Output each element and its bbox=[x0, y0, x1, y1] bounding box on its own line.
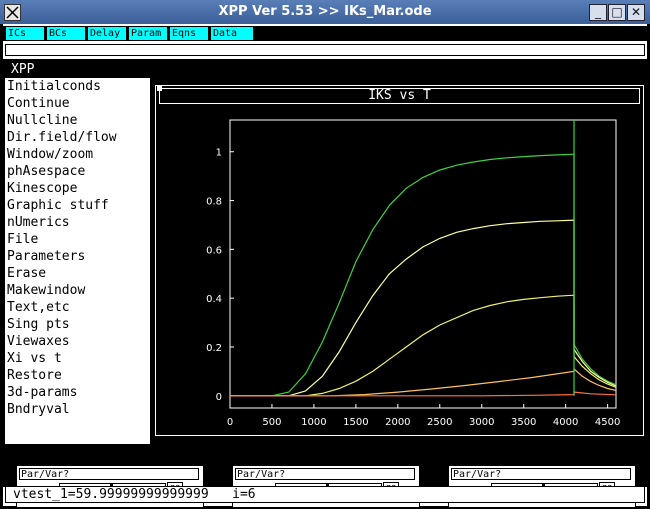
y-tick-label: 1 bbox=[216, 148, 222, 159]
menu-item-graphic-stuff[interactable]: Graphic stuff bbox=[5, 197, 150, 214]
series-line-2 bbox=[230, 219, 617, 397]
menu-item-viewaxes[interactable]: Viewaxes bbox=[5, 333, 150, 350]
x-tick-label: 3500 bbox=[511, 417, 536, 428]
menu-item-parameters[interactable]: Parameters bbox=[5, 248, 150, 265]
menu-item-text-etc[interactable]: Text,etc bbox=[5, 299, 150, 316]
series-line-1 bbox=[230, 153, 617, 397]
status-bar: vtest_1=59.99999999999999 i=6 bbox=[5, 486, 645, 503]
delay-button[interactable]: Delay bbox=[88, 27, 126, 40]
menu-item-file[interactable]: File bbox=[5, 231, 150, 248]
series-line-3 bbox=[230, 294, 617, 397]
y-tick-label: 0.2 bbox=[206, 343, 222, 354]
menu-item-dir-field-flow[interactable]: Dir.field/flow bbox=[5, 129, 150, 146]
param-button[interactable]: Param bbox=[129, 27, 167, 40]
title-bar[interactable]: XPP Ver 5.53 >> IKs_Mar.ode _ □ ✕ bbox=[0, 0, 650, 24]
plot-canvas[interactable]: 0 500 1000 1500 2000 2500 3000 3500 4000 4500 0 0.2… bbox=[156, 86, 643, 435]
menu-item-numerics[interactable]: nUmerics bbox=[5, 214, 150, 231]
y-tick-label: 0 bbox=[216, 392, 222, 403]
window-title: XPP Ver 5.53 >> IKs_Mar.ode bbox=[218, 4, 432, 19]
menu-item-initialconds[interactable]: Initialconds bbox=[5, 78, 150, 95]
bcs-button[interactable]: BCs bbox=[47, 27, 85, 40]
slider-panel: Par/Var? go Par/Var? go Par/Var? go bbox=[3, 449, 647, 508]
xpp-main-window: ICs BCs Delay Param Eqns Data XPP Initia… bbox=[3, 24, 647, 508]
menu-item-window-zoom[interactable]: Window/zoom bbox=[5, 146, 150, 163]
slider-param-field[interactable]: Par/Var? bbox=[19, 468, 199, 480]
main-menu: XPP Initialconds Continue Nullcline Dir.fie… bbox=[5, 61, 150, 444]
y-tick-label: 0.4 bbox=[206, 294, 222, 305]
menu-item-phasespace[interactable]: phAsespace bbox=[5, 163, 150, 180]
data-button[interactable]: Data bbox=[211, 27, 253, 40]
slider-param-field[interactable]: Par/Var? bbox=[451, 468, 631, 480]
close-icon[interactable]: ✕ bbox=[627, 4, 645, 21]
main-area: XPP Initialconds Continue Nullcline Dir.fie… bbox=[3, 59, 647, 449]
toolbar: ICs BCs Delay Param Eqns Data bbox=[3, 26, 647, 41]
menu-item-nullcline[interactable]: Nullcline bbox=[5, 112, 150, 129]
menu-item-erase[interactable]: Erase bbox=[5, 265, 150, 282]
y-tick-label: 0.8 bbox=[206, 197, 222, 208]
x-tick-label: 2500 bbox=[427, 417, 452, 428]
command-line-input[interactable] bbox=[5, 44, 645, 56]
x-tick-label: 4500 bbox=[595, 417, 620, 428]
menu-item-makewindow[interactable]: Makewindow bbox=[5, 282, 150, 299]
maximize-icon[interactable]: □ bbox=[608, 4, 626, 21]
slider-param-field[interactable]: Par/Var? bbox=[235, 468, 415, 480]
x-tick-label: 1000 bbox=[301, 417, 326, 428]
menu-item-xi-vs-t[interactable]: Xi vs t bbox=[5, 350, 150, 367]
plot-frame bbox=[229, 119, 617, 409]
minimize-icon[interactable]: _ bbox=[589, 4, 607, 21]
x-tick-label: 3000 bbox=[469, 417, 494, 428]
x-tick-label: 4000 bbox=[553, 417, 578, 428]
menu-item-bndryval[interactable]: Bndryval bbox=[5, 401, 150, 418]
y-tick-label: 0.6 bbox=[206, 245, 222, 256]
menu-item-restore[interactable]: Restore bbox=[5, 367, 150, 384]
menu-item-kinescope[interactable]: Kinescope bbox=[5, 180, 150, 197]
menu-item-continue[interactable]: Continue bbox=[5, 95, 150, 112]
x-tick-label: 2000 bbox=[385, 417, 410, 428]
x-tick-label: 1500 bbox=[343, 417, 368, 428]
menu-title: XPP bbox=[5, 61, 150, 78]
eqns-button[interactable]: Eqns bbox=[170, 27, 208, 40]
graphics-window[interactable]: IKS vs T 0 500 1000 1500 2000 2500 3000 3500 400… bbox=[155, 85, 644, 436]
ics-button[interactable]: ICs bbox=[6, 27, 44, 40]
x-tick-label: 0 bbox=[227, 417, 233, 428]
menu-item-3d-params[interactable]: 3d-params bbox=[5, 384, 150, 401]
x-tick-label: 500 bbox=[262, 417, 281, 428]
menu-item-sing-pts[interactable]: Sing pts bbox=[5, 316, 150, 333]
